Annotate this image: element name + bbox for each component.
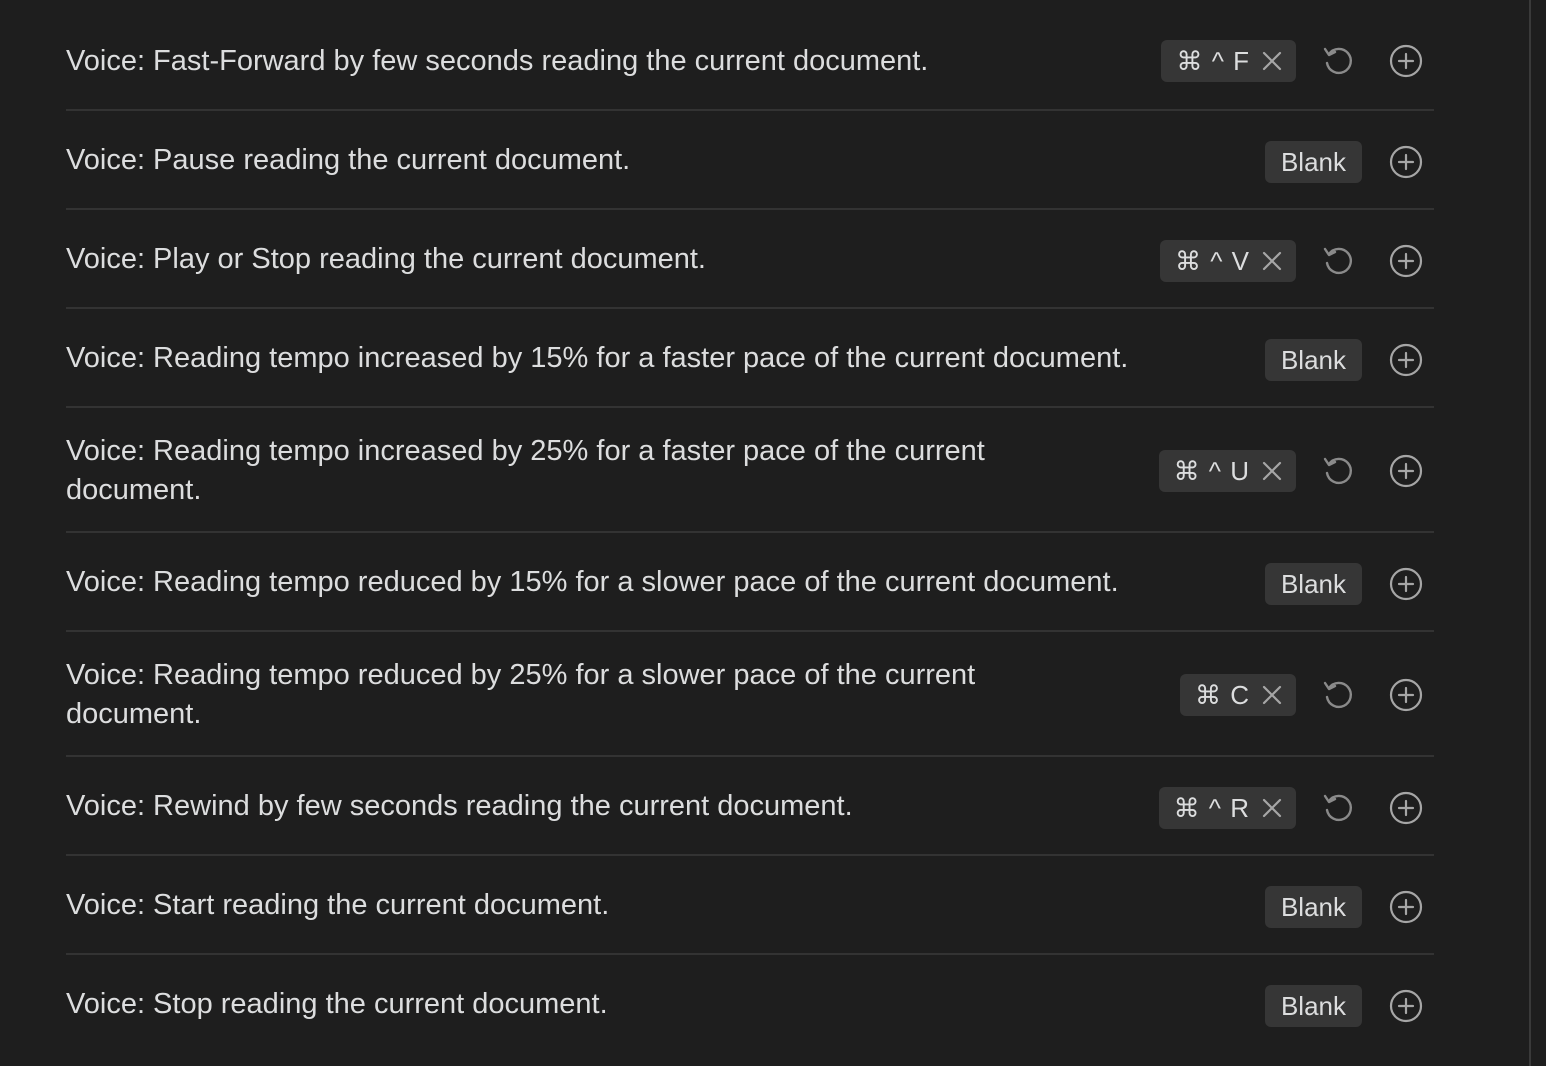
- hotkey-badge[interactable]: ⌘ ^ U: [1158, 450, 1296, 492]
- plus-circle-icon[interactable]: [1388, 144, 1424, 180]
- plus-circle-icon[interactable]: [1388, 889, 1424, 925]
- reset-icon[interactable]: [1320, 677, 1356, 713]
- hotkey-row-tempo-up-15: Voice: Reading tempo increased by 15% fo…: [66, 309, 1434, 408]
- blank-badge[interactable]: Blank: [1264, 985, 1362, 1027]
- reset-icon[interactable]: [1320, 453, 1356, 489]
- plus-circle-icon[interactable]: [1388, 342, 1424, 378]
- hotkey-controls: ⌘ ^ U: [1158, 449, 1434, 493]
- hotkey-label: Voice: Start reading the current documen…: [66, 889, 610, 921]
- reset-icon[interactable]: [1320, 243, 1356, 279]
- hotkey-row-stop: Voice: Stop reading the current document…: [66, 955, 1434, 1054]
- hotkey-label: Voice: Reading tempo increased by 25% fo…: [66, 435, 985, 506]
- hotkey-controls: ⌘ ^ R: [1158, 786, 1434, 830]
- x-icon[interactable]: [1260, 796, 1284, 820]
- blank-badge[interactable]: Blank: [1264, 886, 1362, 928]
- hotkey-row-play-stop: Voice: Play or Stop reading the current …: [66, 210, 1434, 309]
- hotkey-label: Voice: Pause reading the current documen…: [66, 144, 631, 176]
- x-icon[interactable]: [1260, 249, 1284, 273]
- hotkey-label: Voice: Reading tempo reduced by 15% for …: [66, 566, 1119, 598]
- plus-circle-icon[interactable]: [1388, 790, 1424, 826]
- reset-icon[interactable]: [1320, 43, 1356, 79]
- hotkey-controls: ⌘ C: [1180, 673, 1434, 717]
- hotkey-controls: Blank: [1264, 140, 1434, 184]
- hotkey-label: Voice: Stop reading the current document…: [66, 988, 608, 1020]
- blank-badge[interactable]: Blank: [1264, 563, 1362, 605]
- hotkey-controls: ⌘ ^ F: [1161, 39, 1434, 83]
- hotkey-badge[interactable]: ⌘ C: [1180, 674, 1296, 716]
- hotkey-badge[interactable]: ⌘ ^ R: [1158, 787, 1296, 829]
- x-icon[interactable]: [1260, 683, 1284, 707]
- hotkey-label: Voice: Play or Stop reading the current …: [66, 243, 706, 275]
- hotkey-row-fast-forward: Voice: Fast-Forward by few seconds readi…: [66, 0, 1434, 111]
- hotkey-keys: ⌘ ^ V: [1175, 245, 1250, 276]
- hotkey-controls: Blank: [1264, 562, 1434, 606]
- plus-circle-icon[interactable]: [1388, 988, 1424, 1024]
- hotkey-badge[interactable]: ⌘ ^ F: [1161, 40, 1296, 82]
- x-icon[interactable]: [1260, 49, 1284, 73]
- hotkey-row-rewind: Voice: Rewind by few seconds reading the…: [66, 757, 1434, 856]
- hotkey-list: Voice: Fast-Forward by few seconds readi…: [66, 0, 1434, 1054]
- hotkey-row-pause: Voice: Pause reading the current documen…: [66, 111, 1434, 210]
- hotkeys-settings-page: Voice: Fast-Forward by few seconds readi…: [0, 0, 1546, 1066]
- hotkey-row-start: Voice: Start reading the current documen…: [66, 856, 1434, 955]
- hotkey-row-tempo-up-25: Voice: Reading tempo increased by 25% fo…: [66, 408, 1434, 533]
- plus-circle-icon[interactable]: [1388, 677, 1424, 713]
- blank-badge[interactable]: Blank: [1264, 141, 1362, 183]
- hotkey-keys: ⌘ ^ R: [1173, 792, 1250, 823]
- plus-circle-icon[interactable]: [1388, 566, 1424, 602]
- plus-circle-icon[interactable]: [1388, 243, 1424, 279]
- hotkey-badge[interactable]: ⌘ ^ V: [1160, 240, 1296, 282]
- scrollbar-track[interactable]: [1529, 0, 1531, 1066]
- hotkey-controls: ⌘ ^ V: [1160, 239, 1434, 283]
- reset-icon[interactable]: [1320, 790, 1356, 826]
- hotkey-keys: ⌘ ^ U: [1173, 455, 1250, 486]
- hotkey-label: Voice: Rewind by few seconds reading the…: [66, 790, 853, 822]
- blank-badge[interactable]: Blank: [1264, 339, 1362, 381]
- hotkey-label: Voice: Reading tempo increased by 15% fo…: [66, 342, 1129, 374]
- hotkey-keys: ⌘ C: [1195, 679, 1250, 710]
- plus-circle-icon[interactable]: [1388, 453, 1424, 489]
- x-icon[interactable]: [1260, 459, 1284, 483]
- hotkey-controls: Blank: [1264, 984, 1434, 1028]
- hotkey-label: Voice: Fast-Forward by few seconds readi…: [66, 45, 929, 77]
- hotkey-row-tempo-down-15: Voice: Reading tempo reduced by 15% for …: [66, 533, 1434, 632]
- hotkey-label: Voice: Reading tempo reduced by 25% for …: [66, 659, 976, 730]
- hotkey-controls: Blank: [1264, 885, 1434, 929]
- hotkey-controls: Blank: [1264, 338, 1434, 382]
- hotkey-keys: ⌘ ^ F: [1176, 45, 1250, 76]
- plus-circle-icon[interactable]: [1388, 43, 1424, 79]
- hotkey-row-tempo-down-25: Voice: Reading tempo reduced by 25% for …: [66, 632, 1434, 757]
